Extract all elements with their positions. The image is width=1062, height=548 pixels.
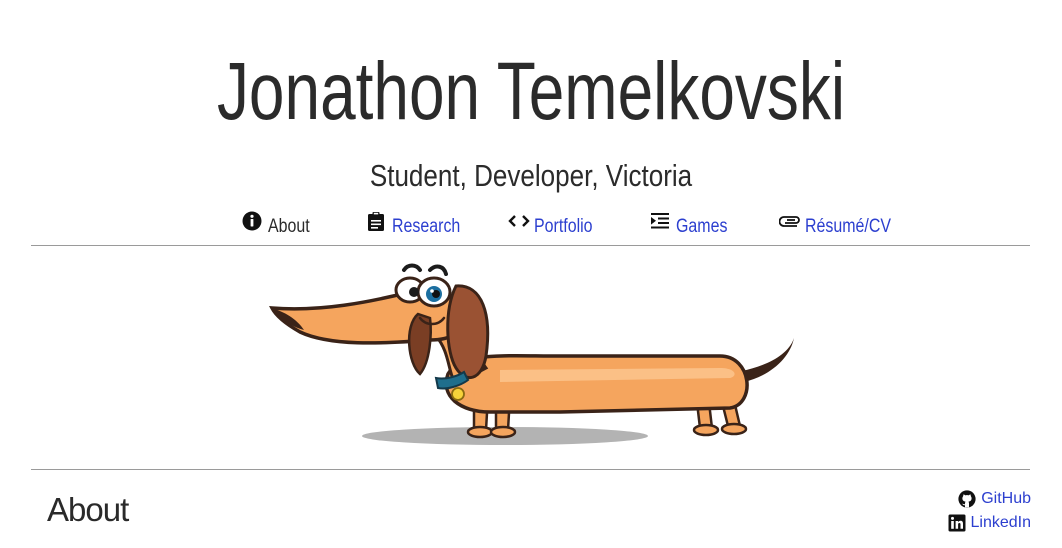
nav-item-label: Portfolio (534, 216, 593, 237)
code-icon (508, 211, 530, 231)
nav-item-label: Games (676, 216, 728, 237)
clipboard-icon (366, 211, 386, 231)
site-title: Jonathon Temelkovski (216, 46, 846, 137)
divider-top (31, 245, 1030, 246)
indent-list-icon (650, 211, 670, 231)
linkedin-icon (948, 514, 966, 532)
nav-item-label: About (268, 216, 310, 237)
main-nav: About Research Portfolio Games Résumé/CV (0, 207, 1062, 243)
social-links: GitHub LinkedIn (931, 487, 1031, 535)
section-title: About (47, 491, 129, 528)
hero-illustration (260, 256, 800, 456)
dachshund-illustration (269, 263, 794, 445)
nav-item-portfolio[interactable]: Portfolio (508, 207, 604, 243)
github-link[interactable]: GitHub (931, 487, 1031, 511)
github-icon (958, 490, 976, 508)
nav-item-resume[interactable]: Résumé/CV (778, 207, 907, 243)
linkedin-link-label: LinkedIn (970, 514, 1032, 531)
nav-item-research[interactable]: Research (366, 207, 473, 243)
linkedin-link[interactable]: LinkedIn (931, 511, 1031, 535)
nav-item-label: Résumé/CV (805, 216, 892, 237)
site-subtitle: Student, Developer, Victoria (369, 158, 693, 193)
nav-item-about[interactable]: About (242, 207, 318, 243)
info-circle-icon (242, 211, 262, 231)
nav-item-label: Research (392, 216, 461, 237)
github-link-label: GitHub (981, 490, 1031, 507)
nav-item-games[interactable]: Games (650, 207, 737, 243)
divider-bottom (31, 469, 1030, 470)
paperclip-icon (778, 211, 800, 231)
